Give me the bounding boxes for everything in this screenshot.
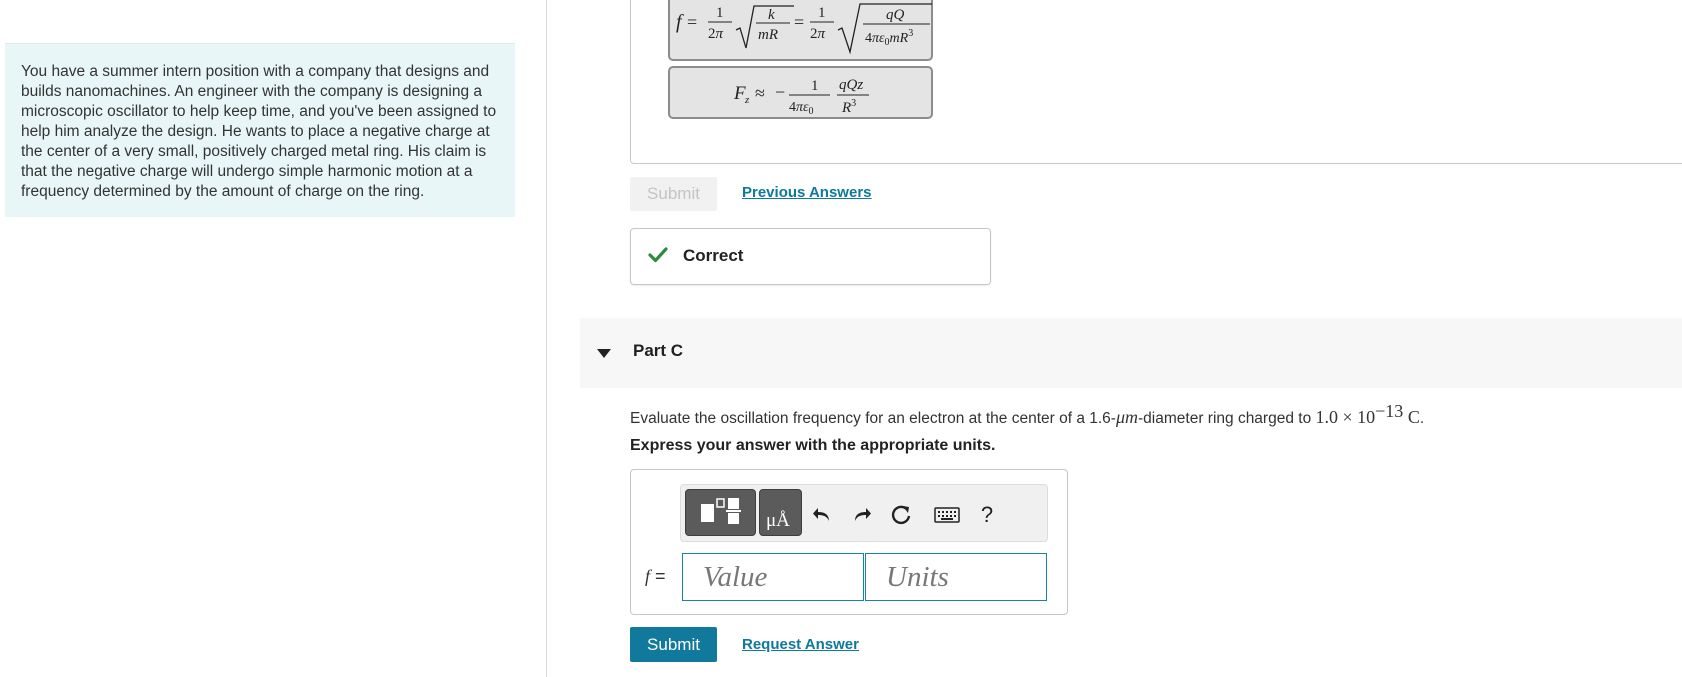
svg-text:2π: 2π (708, 26, 724, 42)
svg-text:4πε0mR3: 4πε0mR3 (865, 28, 913, 48)
undo-icon[interactable] (808, 501, 836, 529)
svg-text:=: = (687, 12, 697, 32)
feedback-text: Correct (683, 246, 744, 265)
help-icon[interactable]: ? (973, 501, 1001, 529)
previous-answers-link[interactable]: Previous Answers (742, 184, 872, 201)
svg-text:1: 1 (811, 78, 819, 94)
units-glyph: μÅ (766, 510, 790, 531)
intro-panel: You have a summer intern position with a… (5, 43, 515, 217)
svg-text:R3: R3 (841, 98, 856, 116)
question-charge-unit: C (1403, 407, 1420, 428)
question-exponent: −13 (1375, 401, 1404, 421)
templates-icon[interactable] (685, 489, 756, 536)
feedback-correct: Correct (630, 228, 991, 285)
part-c-title: Part C (633, 341, 684, 360)
units-input[interactable]: Units (865, 553, 1047, 601)
svg-text:qQz: qQz (839, 77, 863, 93)
instruction-text: Express your answer with the appropriate… (630, 437, 996, 454)
submit-button-disabled: Submit (630, 177, 717, 211)
svg-text:mR: mR (758, 27, 778, 43)
answer-label: f = (645, 566, 666, 587)
svg-text:z: z (744, 94, 750, 106)
intro-text: You have a summer intern position with a… (21, 63, 497, 200)
svg-text:f: f (676, 11, 684, 33)
value-input[interactable]: Value (682, 553, 864, 601)
redo-icon[interactable] (848, 501, 876, 529)
question-end: . (1419, 410, 1425, 428)
svg-text:1: 1 (818, 5, 826, 21)
column-divider (546, 0, 547, 677)
part-c-header[interactable]: Part C (580, 318, 1682, 388)
submit-button[interactable]: Submit (630, 627, 717, 662)
units-icon[interactable]: μÅ (759, 489, 802, 536)
question-text: Evaluate the oscillation frequency for a… (630, 401, 1424, 428)
answer-label-eq: = (650, 566, 666, 586)
question-mid: -diameter ring charged to (1138, 410, 1316, 428)
question-value: 1.0 × 10 (1315, 407, 1376, 428)
svg-text:k: k (768, 7, 775, 23)
svg-text:1: 1 (716, 5, 724, 21)
keyboard-icon[interactable] (933, 501, 961, 529)
svg-text:2π: 2π (810, 26, 826, 42)
equation-frequency: f = 1 2π k mR = 1 2π qQ 4πε0mR3 (668, 0, 933, 61)
question-unit: μm (1115, 407, 1139, 428)
svg-text:qQ: qQ (886, 7, 905, 23)
math-toolbar: μÅ ? (680, 484, 1048, 542)
caret-down-icon[interactable] (597, 346, 611, 364)
svg-text:=: = (794, 12, 804, 32)
svg-text:≈: ≈ (755, 83, 765, 103)
question-prefix: Evaluate the oscillation frequency for a… (630, 410, 1116, 428)
checkmark-icon (648, 246, 668, 269)
svg-text:4πε0: 4πε0 (789, 100, 814, 117)
request-answer-link[interactable]: Request Answer (742, 636, 859, 653)
reset-icon[interactable] (887, 501, 915, 529)
svg-text:−: − (775, 82, 785, 102)
equation-force: F z ≈ − 1 4πε0 qQz R3 (668, 66, 933, 119)
